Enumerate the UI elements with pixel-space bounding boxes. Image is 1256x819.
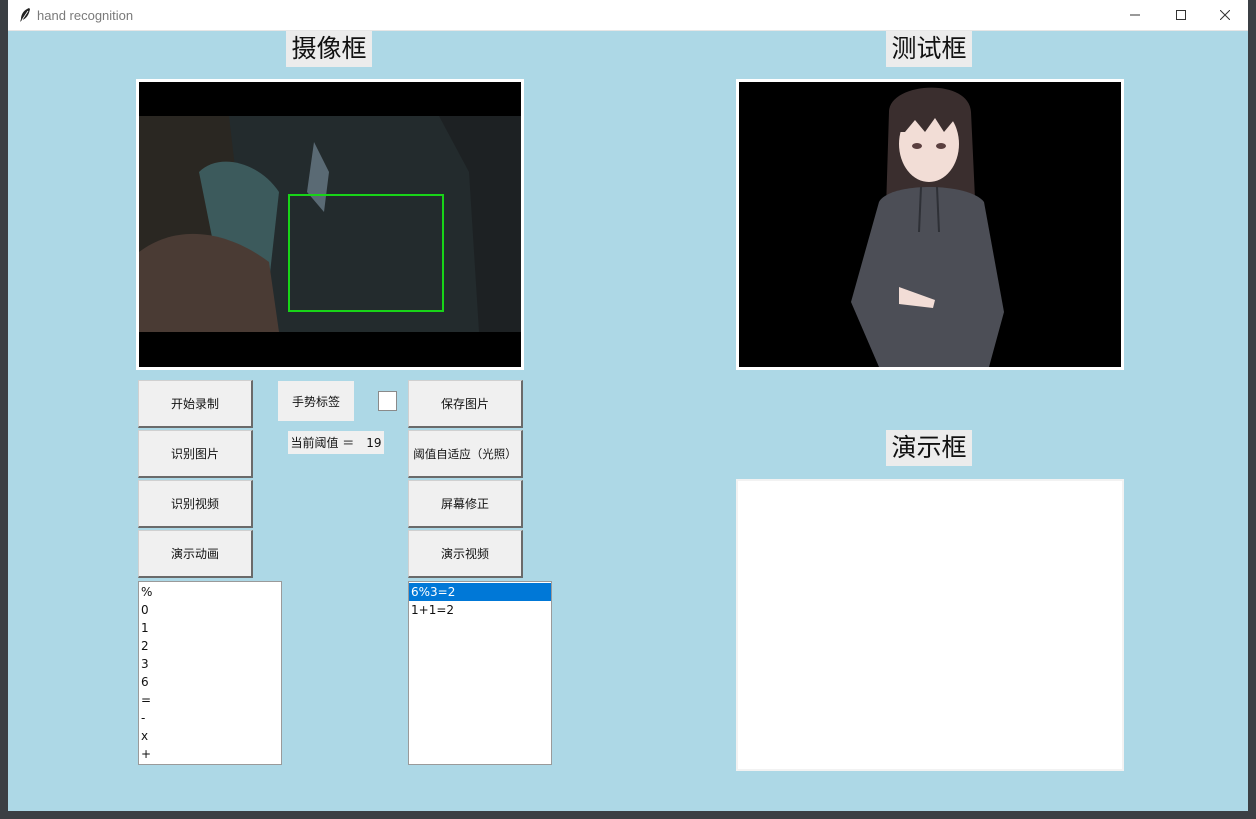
threshold-label: 当前阈值 ＝ [290, 436, 355, 450]
recognize-image-button[interactable]: 识别图片 [138, 430, 253, 478]
recognize-video-button[interactable]: 识别视频 [138, 480, 253, 528]
gesture-list-items: % 0 1 2 3 6 = - x + [139, 582, 281, 763]
close-icon [1220, 10, 1230, 20]
gesture-list-item[interactable]: % [139, 583, 281, 601]
gesture-list-item[interactable]: 3 [139, 655, 281, 673]
test-character-image [739, 82, 1121, 367]
save-image-button[interactable]: 保存图片 [408, 380, 523, 428]
close-button[interactable] [1202, 0, 1248, 30]
result-list-item[interactable]: 1+1=2 [409, 601, 551, 619]
gesture-list-item[interactable]: - [139, 709, 281, 727]
test-frame-title: 测试框 [886, 31, 972, 67]
threshold-value: 19 [366, 435, 382, 450]
feather-icon [18, 7, 32, 23]
gesture-list-item[interactable]: 2 [139, 637, 281, 655]
camera-feed-image [139, 82, 521, 367]
gesture-list-item[interactable]: + [139, 745, 281, 763]
demo-frame-title: 演示框 [886, 430, 972, 466]
adaptive-threshold-button[interactable]: 阈值自适应（光照） [408, 430, 523, 478]
gesture-list-item[interactable]: 1 [139, 619, 281, 637]
minimize-icon [1130, 14, 1140, 16]
gesture-label-checkbox[interactable] [378, 391, 397, 411]
screen-correct-button[interactable]: 屏幕修正 [408, 480, 523, 528]
window-title: hand recognition [37, 8, 134, 23]
gesture-list-item[interactable]: x [139, 727, 281, 745]
maximize-button[interactable] [1158, 0, 1204, 30]
threshold-readout: 当前阈值 ＝ 19 [288, 431, 384, 454]
maximize-icon [1176, 10, 1186, 20]
demo-animation-button[interactable]: 演示动画 [138, 530, 253, 578]
result-listbox[interactable]: 6%3=2 1+1=2 [408, 581, 552, 765]
title-bar: hand recognition [8, 0, 1248, 31]
gesture-listbox[interactable]: % 0 1 2 3 6 = - x + [138, 581, 282, 765]
result-list-item[interactable]: 6%3=2 [409, 583, 551, 601]
gesture-list-item[interactable]: 6 [139, 673, 281, 691]
gesture-list-item[interactable]: = [139, 691, 281, 709]
result-list-items: 6%3=2 1+1=2 [409, 582, 551, 619]
start-record-button[interactable]: 开始录制 [138, 380, 253, 428]
main-window: hand recognition 摄像框 测试框 演示框 开始录制 识别图片 识… [8, 0, 1248, 811]
demo-canvas [736, 479, 1124, 771]
gesture-label: 手势标签 [278, 381, 354, 421]
camera-frame-title: 摄像框 [286, 31, 372, 67]
gesture-list-item[interactable]: 0 [139, 601, 281, 619]
camera-view [136, 79, 524, 370]
demo-video-button[interactable]: 演示视频 [408, 530, 523, 578]
test-view [736, 79, 1124, 370]
minimize-button[interactable] [1112, 0, 1158, 30]
